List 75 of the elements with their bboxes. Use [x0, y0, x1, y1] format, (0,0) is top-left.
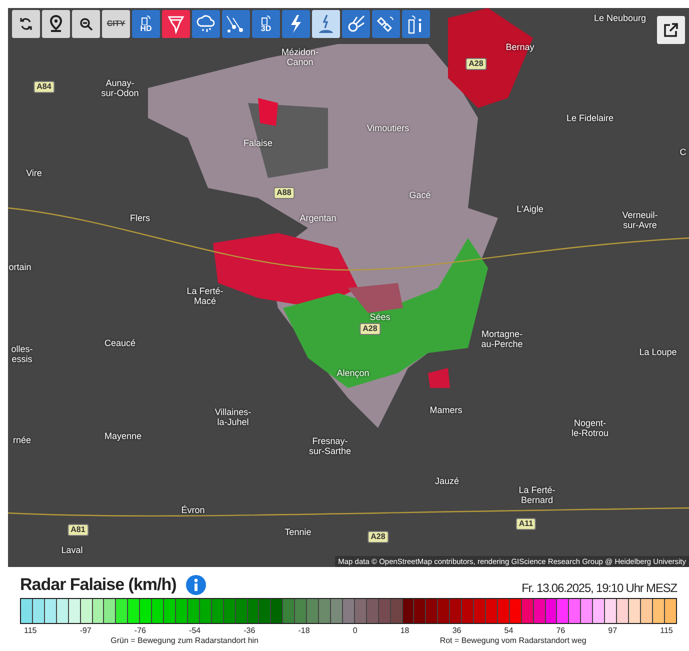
scale-tick-label: -97: [80, 626, 92, 635]
scale-tick-label: 18: [400, 626, 410, 635]
zoom-out-icon: [79, 17, 93, 31]
place-label: Mayenne: [104, 431, 142, 441]
satellite-icon: [376, 14, 396, 34]
radar-tower-icon: [139, 15, 153, 25]
place-label: L'Aigle: [516, 204, 544, 214]
place-label: rnée: [13, 435, 31, 445]
place-label: C: [680, 147, 686, 157]
place-label: Vire: [26, 168, 42, 178]
layer-button[interactable]: [72, 10, 100, 38]
road-shield: A84: [34, 81, 54, 93]
meteor-icon: [346, 14, 366, 34]
place-label: Le Fidelaire: [566, 113, 614, 123]
map-pin-icon: [49, 15, 63, 33]
place-label: Vimoutiers: [366, 123, 410, 133]
scale-tick-label: 97: [608, 626, 618, 635]
layer-button[interactable]: CITY: [102, 10, 130, 38]
cloud-rain-icon: [196, 14, 216, 34]
place-label: Évron: [181, 505, 205, 515]
place-label: Aunay- sur-Odon: [101, 78, 139, 98]
place-label: Alençon: [336, 368, 370, 378]
road-shield: A28: [368, 531, 388, 543]
place-label: Gacé: [409, 190, 431, 200]
place-label: Ceaucé: [104, 338, 136, 348]
legend-note: Grün = Bewegung zum Radarstandort hin: [110, 636, 259, 645]
place-label: Nogent- le-Rotrou: [572, 418, 608, 438]
place-label: ortain: [8, 262, 32, 272]
place-label: La Ferté- Bernard: [518, 485, 556, 505]
road-shield: A28: [360, 323, 380, 335]
place-label: Mamers: [430, 405, 462, 415]
place-label: Falaise: [244, 138, 272, 148]
place-label: Argentan: [300, 213, 336, 223]
place-label: La Loupe: [639, 347, 677, 357]
road-shield: A11: [516, 518, 536, 530]
refresh-icon: [19, 17, 33, 31]
place-label: Tennie: [284, 527, 312, 537]
legend-note: Rot = Bewegung vom Radarstandort weg: [440, 636, 586, 645]
place-label: Jauzé: [434, 476, 460, 486]
tornado-icon: [167, 14, 185, 34]
place-label: Villaines- la-Juhel: [214, 407, 252, 427]
road-shield: A28: [466, 58, 486, 70]
place-label: Bernay: [506, 42, 534, 52]
lightning-strike-icon: [316, 14, 336, 34]
radar-tower-icon: [259, 15, 273, 25]
scale-tick-label: -18: [298, 626, 310, 635]
info-icon[interactable]: [186, 575, 206, 595]
layer-button[interactable]: HD: [132, 10, 160, 38]
place-label: Laval: [61, 545, 83, 555]
scale-tick-label: 115: [24, 626, 37, 635]
place-label: olles- essis: [11, 344, 33, 364]
place-label: Le Neubourg: [594, 13, 646, 23]
road-shield: A81: [68, 524, 88, 536]
place-label: Verneuil- sur-Avre: [622, 210, 658, 230]
place-label: Fresnay- sur-Sarthe: [308, 436, 352, 456]
legend-title: Radar Falaise (km/h): [20, 575, 176, 595]
layer-button[interactable]: [12, 10, 40, 38]
scale-tick-label: 0: [352, 626, 358, 635]
scale-tick-label: 76: [556, 626, 566, 635]
share-icon: [663, 22, 679, 38]
timestamp: Fr. 13.06.2025, 19:10 Uhr MESZ: [522, 581, 677, 595]
place-label: La Ferté- Macé: [186, 286, 224, 306]
place-label: Sées: [370, 312, 390, 322]
place-label: Mortagne- au-Perche: [481, 329, 523, 349]
share-button[interactable]: [657, 16, 685, 44]
scale-tick-label: -76: [134, 626, 146, 635]
road-shield: A88: [274, 187, 294, 199]
place-label: Flers: [130, 213, 150, 223]
scale-tick-label: -36: [244, 626, 256, 635]
scale-tick-label: 115: [660, 626, 673, 635]
scale-tick-label: 54: [504, 626, 514, 635]
scale-tick-label: 36: [452, 626, 462, 635]
scale-tick-label: -54: [189, 626, 201, 635]
layer-button[interactable]: [42, 10, 70, 38]
layer-button[interactable]: 3D: [252, 10, 280, 38]
